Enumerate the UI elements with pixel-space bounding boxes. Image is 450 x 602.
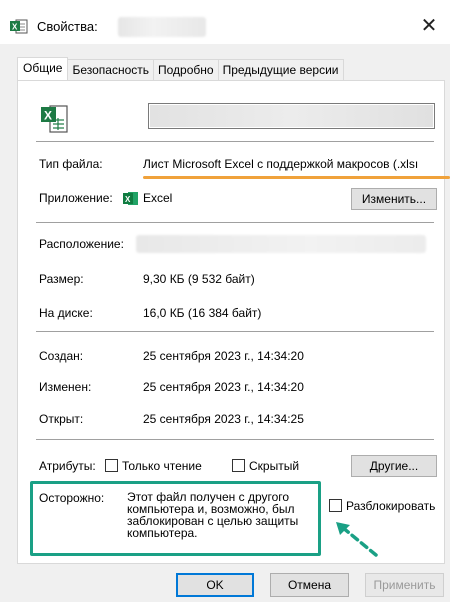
svg-text:X: X	[44, 109, 52, 123]
svg-text:X: X	[12, 23, 18, 32]
app-value: Excel	[143, 191, 173, 205]
file-type-label: Тип файла:	[39, 157, 103, 171]
unblock-label: Разблокировать	[346, 499, 436, 513]
change-button[interactable]: Изменить...	[351, 188, 437, 210]
cancel-button[interactable]: Отмена	[270, 573, 349, 597]
app-label: Приложение:	[39, 191, 113, 205]
size-value: 9,30 КБ (9 532 байт)	[143, 272, 255, 286]
general-panel: X Тип файла: Лист Microsoft Excel с подд…	[17, 80, 450, 564]
disk-size-value: 16,0 КБ (16 384 байт)	[143, 306, 262, 320]
file-type-value: Лист Microsoft Excel с поддержкой макрос…	[143, 157, 419, 171]
warning-label: Осторожно:	[39, 491, 105, 505]
warning-text: Этот файл получен с другого компьютера и…	[127, 490, 299, 540]
unblock-checkbox[interactable]	[329, 499, 342, 512]
hidden-checkbox[interactable]	[232, 459, 245, 472]
modified-label: Изменен:	[39, 380, 92, 394]
file-name-redacted	[118, 17, 206, 37]
created-value: 25 сентября 2023 г., 14:34:20	[143, 349, 304, 363]
created-label: Создан:	[39, 349, 84, 363]
divider	[36, 439, 434, 440]
modified-value: 25 сентября 2023 г., 14:34:20	[143, 380, 304, 394]
other-attributes-button[interactable]: Другие...	[351, 455, 437, 477]
file-name-field[interactable]	[148, 103, 435, 129]
svg-text:X: X	[125, 195, 131, 204]
tab-general[interactable]: Общие	[17, 57, 69, 80]
size-label: Размер:	[39, 272, 84, 286]
readonly-checkbox[interactable]	[105, 459, 118, 472]
tab-details[interactable]: Подробно	[153, 59, 219, 80]
window-title: Свойства:	[37, 19, 98, 34]
excel-file-icon: X	[41, 105, 68, 133]
readonly-label: Только чтение	[122, 459, 202, 473]
tab-bar: Общие Безопасность Подробно Предыдущие в…	[17, 57, 344, 80]
excel-app-icon: X	[123, 192, 138, 205]
opened-value: 25 сентября 2023 г., 14:34:25	[143, 412, 304, 426]
divider	[36, 222, 434, 223]
opened-label: Открыт:	[39, 412, 84, 426]
hidden-label: Скрытый	[249, 459, 300, 473]
close-button[interactable]: ✕	[416, 12, 442, 38]
divider	[36, 141, 434, 142]
title-bar: X Свойства: ✕	[0, 0, 450, 44]
ok-button[interactable]: OK	[176, 573, 254, 597]
attributes-label: Атрибуты:	[39, 459, 96, 473]
tab-previous-versions[interactable]: Предыдущие версии	[217, 59, 344, 80]
excel-file-icon: X	[10, 19, 28, 34]
location-value-redacted	[136, 235, 426, 253]
tab-security[interactable]: Безопасность	[67, 59, 155, 80]
divider	[36, 331, 434, 332]
apply-button[interactable]: Применить	[365, 573, 444, 597]
location-label: Расположение:	[39, 237, 124, 251]
highlight-underline	[143, 176, 450, 179]
dashed-arrow-icon	[336, 522, 378, 557]
disk-size-label: На диске:	[39, 306, 93, 320]
